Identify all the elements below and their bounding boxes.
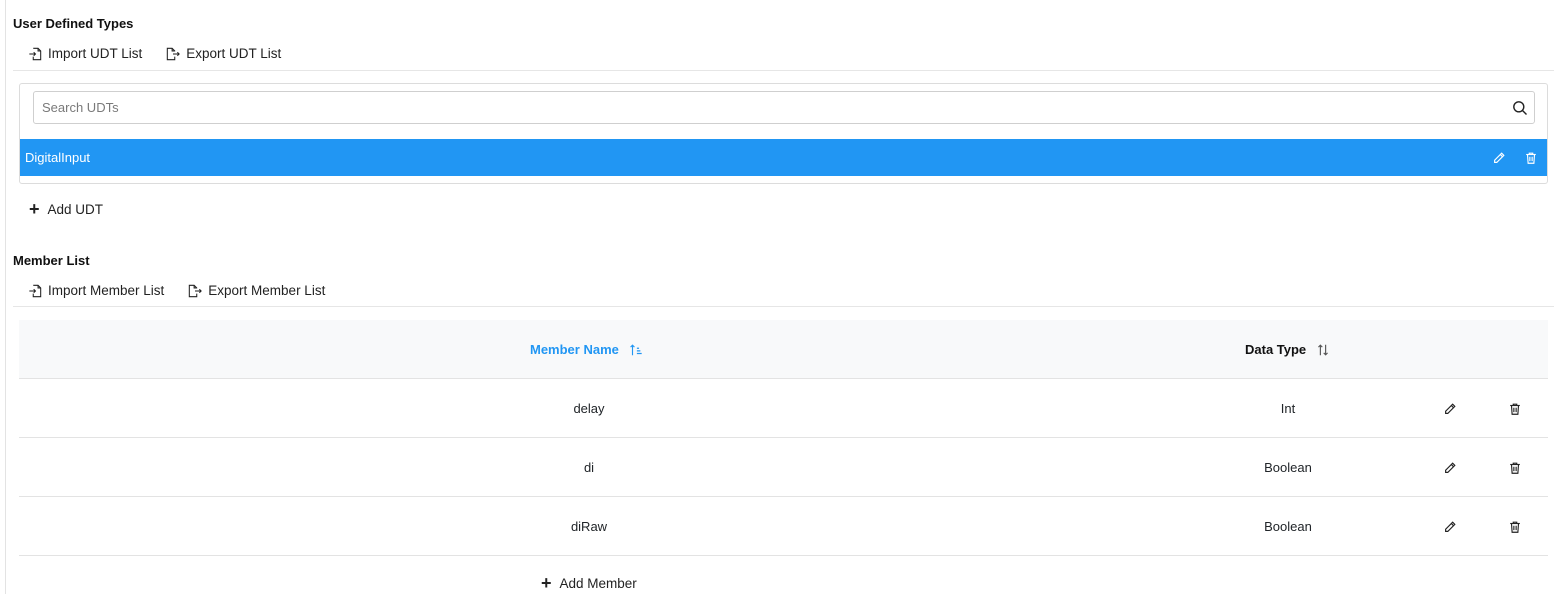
member-name-header-label: Member Name — [530, 342, 619, 357]
table-row[interactable]: di Boolean — [19, 438, 1548, 497]
trash-icon — [1510, 403, 1520, 415]
udt-list-panel: DigitalInput — [19, 83, 1548, 184]
import-member-button[interactable]: Import Member List — [28, 283, 164, 298]
export-udt-button[interactable]: Export UDT List — [166, 46, 281, 61]
udt-search-input[interactable] — [34, 92, 1512, 123]
trash-icon[interactable] — [1524, 151, 1538, 165]
member-name-column-header[interactable]: Member Name — [530, 320, 643, 379]
udt-search-box — [33, 91, 1535, 124]
data-type-cell: Int — [1280, 401, 1296, 416]
delete-member-button[interactable] — [1508, 379, 1522, 438]
edit-member-button[interactable] — [1443, 438, 1457, 497]
udt-section-title: User Defined Types — [13, 16, 134, 31]
trash-icon — [1510, 462, 1520, 474]
member-table-header: Member Name Data Type — [19, 320, 1548, 379]
import-udt-button[interactable]: Import UDT List — [28, 46, 142, 61]
edit-member-button[interactable] — [1443, 497, 1457, 556]
member-name-cell: diRaw — [570, 519, 608, 534]
pencil-icon[interactable] — [1492, 151, 1506, 165]
search-icon[interactable] — [1512, 100, 1528, 116]
export-icon — [189, 284, 203, 297]
left-border — [5, 0, 6, 594]
data-type-header-label: Data Type — [1245, 342, 1307, 357]
add-udt-label: Add UDT — [47, 201, 104, 217]
sort-icon — [1318, 343, 1329, 356]
sort-ascending-icon — [630, 343, 642, 355]
member-name-cell: delay — [573, 401, 605, 416]
trash-icon — [1510, 521, 1520, 533]
pencil-icon — [1445, 402, 1456, 414]
import-icon — [29, 47, 42, 60]
export-icon — [167, 47, 181, 60]
export-udt-label: Export UDT List — [186, 46, 282, 61]
data-type-cell: Boolean — [1264, 519, 1312, 534]
udt-item-name: DigitalInput — [25, 150, 91, 165]
import-icon — [29, 284, 42, 297]
add-member-label: Add Member — [559, 575, 637, 591]
data-type-cell: Boolean — [1264, 460, 1312, 475]
import-member-label: Import Member List — [48, 283, 165, 298]
add-udt-button[interactable]: + Add UDT — [29, 200, 103, 218]
plus-icon: + — [29, 199, 40, 219]
udt-list-item[interactable]: DigitalInput — [20, 139, 1547, 176]
export-member-label: Export Member List — [208, 283, 326, 298]
add-member-button[interactable]: + Add Member — [541, 574, 637, 592]
export-member-button[interactable]: Export Member List — [188, 283, 325, 298]
pencil-icon — [1445, 520, 1456, 532]
plus-icon: + — [541, 573, 552, 593]
member-name-cell: di — [583, 460, 595, 475]
data-type-column-header[interactable]: Data Type — [1245, 320, 1330, 379]
udt-divider — [13, 70, 1554, 71]
delete-member-button[interactable] — [1508, 438, 1522, 497]
member-divider — [13, 306, 1554, 307]
import-udt-label: Import UDT List — [48, 46, 143, 61]
udt-toolbar: Import UDT List Export UDT List — [28, 46, 305, 61]
member-toolbar: Import Member List Export Member List — [28, 283, 349, 298]
pencil-icon — [1445, 461, 1456, 473]
edit-member-button[interactable] — [1443, 379, 1457, 438]
table-row[interactable]: diRaw Boolean — [19, 497, 1548, 556]
member-section-title: Member List — [13, 253, 90, 268]
member-table: Member Name Data Type delay Int di Boole… — [19, 320, 1548, 556]
delete-member-button[interactable] — [1508, 497, 1522, 556]
table-row[interactable]: delay Int — [19, 379, 1548, 438]
